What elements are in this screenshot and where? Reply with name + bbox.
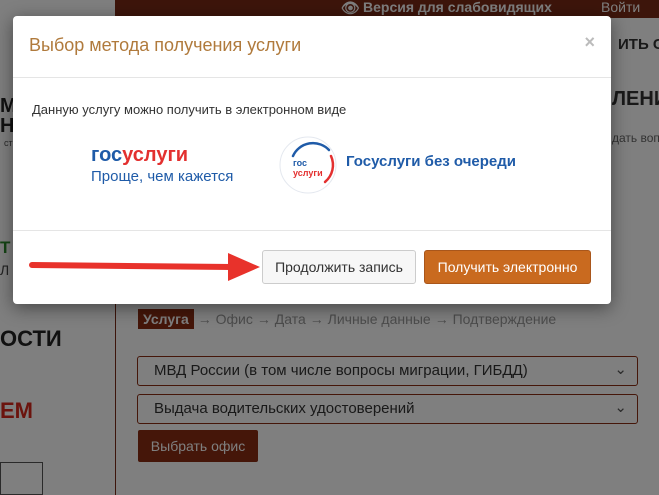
gosuslugi-wordmark: госуслуги — [91, 144, 189, 166]
modal-footer-divider — [13, 230, 611, 231]
gosuslugi-emblem-icon: гос услуги — [279, 136, 337, 194]
emblem-text-top: гос — [293, 158, 307, 168]
close-icon[interactable]: × — [584, 32, 595, 53]
gosuslugi-logo[interactable]: госуслуги Проще, чем кажется — [91, 144, 233, 185]
continue-booking-button[interactable]: Продолжить запись — [262, 250, 416, 284]
arrow-right-icon — [29, 253, 260, 281]
modal-title: Выбор метода получения услуги — [29, 35, 302, 55]
get-electronic-button[interactable]: Получить электронно — [424, 250, 591, 284]
emblem-text-bottom: услуги — [293, 168, 323, 178]
gosuslugi-tagline: Проще, чем кажется — [91, 168, 234, 185]
gosuslugi-queue-title: Госуслуги без очереди — [346, 153, 517, 170]
gosuslugi-queue-logo[interactable]: гос услуги Госуслуги без очереди — [279, 136, 516, 199]
modal-description: Данную услугу можно получить в электронн… — [32, 102, 347, 117]
modal-header: Выбор метода получения услуги × — [13, 16, 611, 78]
